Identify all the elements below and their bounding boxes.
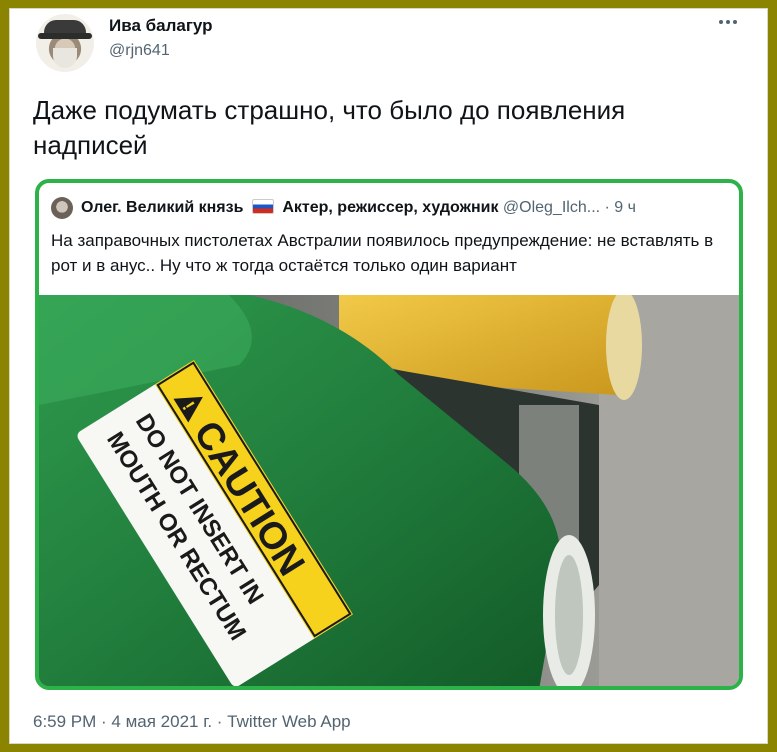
quoted-tweet[interactable]: Олег. Великий князь Актер, режиссер, худ… bbox=[35, 179, 743, 690]
quoted-tweet-text: На заправочных пистолетах Австралии появ… bbox=[51, 231, 714, 275]
author-handle[interactable]: @rjn641 bbox=[109, 42, 170, 60]
tweet-text: Даже подумать страшно, что было до появл… bbox=[33, 95, 626, 160]
quoted-author-name[interactable]: Олег. Великий князь bbox=[81, 199, 243, 216]
russia-flag-icon bbox=[251, 199, 274, 214]
more-horizontal-icon[interactable] bbox=[716, 13, 740, 33]
author-avatar[interactable] bbox=[36, 14, 94, 72]
author-display-name[interactable]: Ива балагур bbox=[109, 16, 213, 36]
tweet-card: Ива балагур @rjn641 Даже подумать страшн… bbox=[9, 8, 768, 744]
quoted-tweet-time[interactable]: · 9 ч bbox=[605, 199, 636, 216]
quoted-author-avatar[interactable] bbox=[51, 197, 73, 219]
quoted-tweet-header: Олег. Великий князь Актер, режиссер, худ… bbox=[81, 199, 739, 217]
quoted-author-handle[interactable]: @Oleg_Ilch... bbox=[503, 199, 600, 216]
tweet-timestamp[interactable]: 6:59 PM · 4 мая 2021 г. · Twitter Web Ap… bbox=[33, 712, 351, 732]
quoted-author-bio[interactable]: Актер, режиссер, художник bbox=[282, 199, 498, 216]
quoted-tweet-photo[interactable]: ! CAUTION DO NOT INSERT IN MOUTH OR RECT… bbox=[39, 295, 739, 686]
